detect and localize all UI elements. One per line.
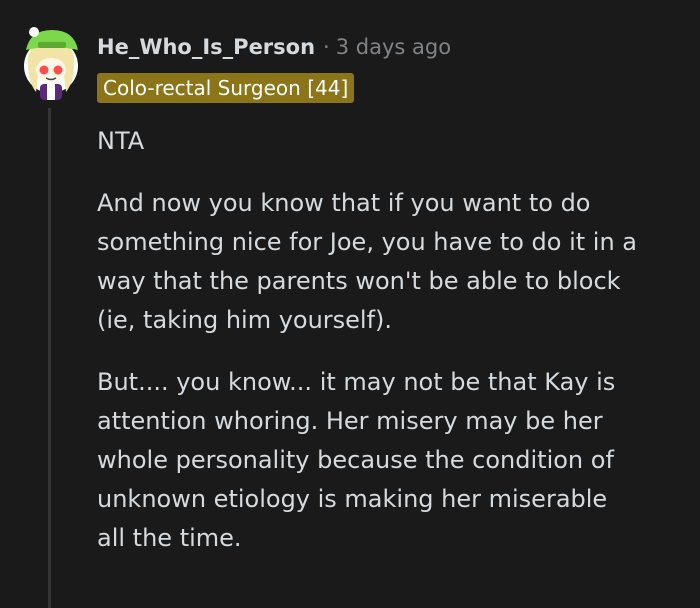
comment-text-line: And now you know that if you want to do xyxy=(97,189,591,217)
comment-text-line: (ie, taking him yourself). xyxy=(97,306,393,334)
timestamp-link[interactable]: 3 days ago xyxy=(336,31,451,63)
comment-meta: He_Who_Is_Person · 3 days ago xyxy=(97,31,451,63)
comment-text-line: unknown etiology is making her miserable xyxy=(97,485,608,513)
comment-text-line: attention whoring. Her misery may be her xyxy=(97,407,603,435)
comment-body: NTA And now you know that if you want to … xyxy=(97,122,697,581)
comment-text-line: something nice for Joe, you have to do i… xyxy=(97,228,638,256)
comment-text-line: NTA xyxy=(97,127,145,155)
snoo-avatar-icon[interactable] xyxy=(20,20,82,102)
comment-text-line: way that the parents won't be able to bl… xyxy=(97,267,621,295)
avatar-hat-pom xyxy=(29,27,39,37)
username-link[interactable]: He_Who_Is_Person xyxy=(97,31,315,63)
comment-text-line: But.... you know... it may not be that K… xyxy=(97,368,616,396)
comment-paragraph: NTA xyxy=(97,122,697,161)
comment-text-line: all the time. xyxy=(97,524,242,552)
user-flair-badge: Colo-rectal Surgeon [44] xyxy=(97,73,355,103)
meta-separator: · xyxy=(323,35,330,59)
avatar-shirt xyxy=(47,84,55,100)
comment-paragraph: And now you know that if you want to do s… xyxy=(97,184,697,340)
avatar-right-eye xyxy=(53,65,63,75)
comment-paragraph: But.... you know... it may not be that K… xyxy=(97,363,697,558)
avatar-left-eye xyxy=(39,65,49,75)
comment: He_Who_Is_Person · 3 days ago Colo-recta… xyxy=(0,0,700,608)
thread-collapse-line[interactable] xyxy=(48,108,51,608)
comment-text-line: whole personality because the condition … xyxy=(97,446,614,474)
avatar-hat-band xyxy=(38,42,66,48)
